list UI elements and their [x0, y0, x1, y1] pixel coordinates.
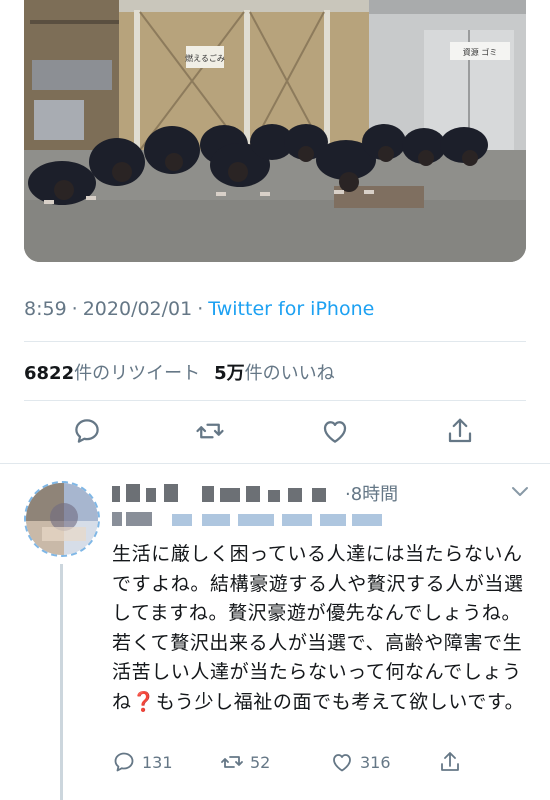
likes-label: 件のいいね	[244, 363, 335, 384]
reply-reply-button[interactable]: 131	[112, 747, 173, 777]
thread-line	[60, 564, 63, 800]
reply-share-button[interactable]	[438, 747, 462, 777]
retweets-label: 件のリツイート	[74, 363, 201, 384]
retweet-button[interactable]	[189, 410, 231, 452]
retweet-icon	[221, 756, 243, 768]
share-button[interactable]	[439, 410, 481, 452]
reply-icon	[75, 419, 99, 443]
like-icon	[333, 754, 351, 772]
tweet-meta: 8:59 · 2020/02/01 · Twitter for iPhone	[24, 298, 374, 320]
divider-stats	[24, 400, 526, 401]
like-count: 316	[360, 752, 391, 772]
like-icon	[323, 421, 347, 443]
reply-text-part-2: もう少し福祉の面でも考えて欲しいです。	[155, 690, 525, 713]
likes-stat[interactable]: 5万件のいいね	[214, 363, 335, 384]
reply-retweet-button[interactable]: 52	[220, 747, 270, 777]
handle-redacted	[112, 512, 382, 526]
photo-sign-right-text: 資源 ゴミ	[463, 47, 498, 57]
retweets-stat[interactable]: 6822件のリツイート	[24, 363, 200, 384]
chevron-down-icon[interactable]	[510, 484, 530, 498]
reply-icon	[114, 752, 134, 772]
meta-separator: ·	[71, 298, 78, 320]
photo-sign-left-text: 燃えるごみ	[185, 53, 225, 63]
tweet-time: 8:59	[24, 298, 67, 320]
retweet-count: 52	[250, 752, 271, 772]
tweet-date: 2020/02/01	[82, 298, 193, 320]
reply-count: 131	[142, 752, 173, 772]
avatar[interactable]	[24, 481, 100, 557]
reply-tweet[interactable]: ·8時間 生活に厳しく困っている人達には当たらないんですよね。結構豪遊する人や贅…	[0, 464, 550, 800]
reply-text: 生活に厳しく困っている人達には当たらないんですよね。結構豪遊する人や贅沢する人が…	[112, 540, 532, 717]
display-name-redacted	[112, 484, 326, 502]
tweet-photo[interactable]: 燃えるごみ 資源 ゴミ	[24, 0, 526, 262]
reply-actions: 131 52 316	[112, 747, 532, 777]
share-icon	[448, 418, 472, 443]
reply-button[interactable]	[66, 410, 108, 452]
tweet-stats: 6822件のリツイート 5万件のいいね	[24, 359, 335, 385]
divider-top	[24, 341, 526, 342]
meta-separator-2: ·	[197, 298, 204, 320]
retweet-icon	[196, 423, 224, 439]
likes-count: 5万	[214, 363, 245, 384]
like-button[interactable]	[314, 410, 356, 452]
question-emoji: ❓	[131, 690, 156, 713]
reply-like-button[interactable]: 316	[330, 747, 391, 777]
retweets-count: 6822	[24, 363, 75, 384]
reply-time: ·8時間	[345, 484, 399, 505]
share-icon	[441, 752, 459, 771]
tweet-source-link[interactable]: Twitter for iPhone	[208, 298, 374, 320]
reply-text-part-1: 生活に厳しく困っている人達には当たらないんですよね。結構豪遊する人や贅沢する人が…	[112, 543, 524, 713]
tweet-actions	[0, 410, 550, 452]
